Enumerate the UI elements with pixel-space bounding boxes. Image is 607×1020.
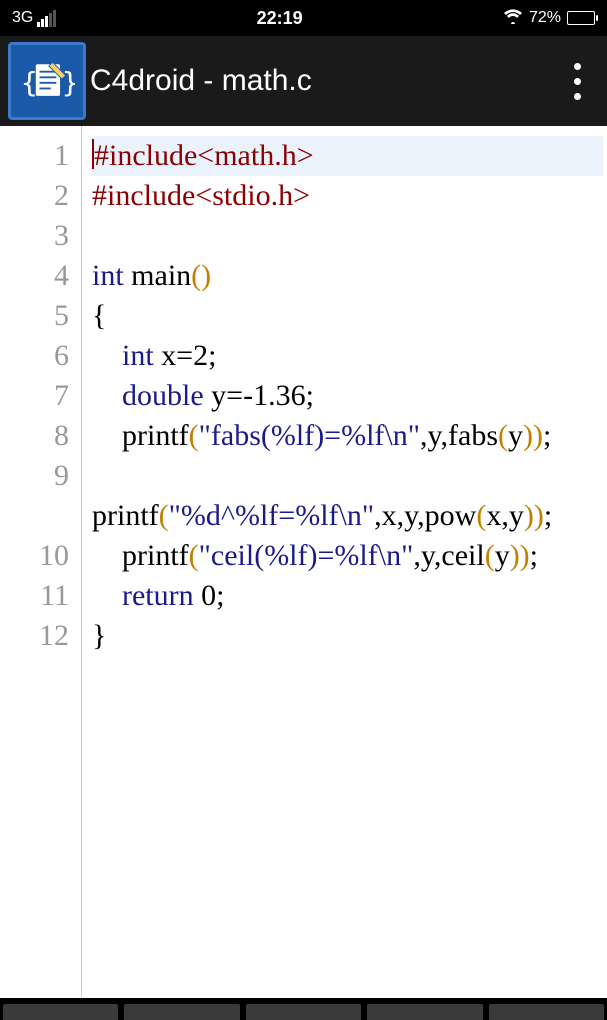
code-token: { bbox=[92, 299, 106, 332]
code-line[interactable]: } bbox=[92, 616, 603, 656]
code-line[interactable]: int main() bbox=[92, 256, 603, 296]
code-token: ; bbox=[543, 419, 551, 452]
code-line[interactable]: return 0; bbox=[92, 576, 603, 616]
code-token: ,x,y,pow bbox=[374, 499, 476, 532]
code-token: ( bbox=[189, 419, 199, 452]
network-label: 3G bbox=[12, 9, 33, 27]
code-token: ; bbox=[306, 379, 314, 412]
signal-icon bbox=[37, 10, 56, 27]
nav-btn-2[interactable] bbox=[124, 1004, 239, 1020]
code-area[interactable]: #include<math.h> #include<stdio.h> int mai… bbox=[82, 126, 607, 998]
nav-btn-1[interactable] bbox=[3, 1004, 118, 1020]
svg-text:}: } bbox=[62, 66, 75, 99]
code-token: ,y,fabs bbox=[420, 419, 498, 452]
nav-btn-4[interactable] bbox=[367, 1004, 482, 1020]
line-number: 3 bbox=[0, 216, 69, 256]
code-token: "ceil(%lf)=%lf\n" bbox=[199, 539, 414, 572]
code-line[interactable]: { bbox=[92, 296, 603, 336]
wifi-icon bbox=[503, 8, 523, 29]
code-token: printf bbox=[92, 419, 189, 452]
more-menu-button[interactable] bbox=[559, 51, 595, 111]
code-token: ; bbox=[530, 539, 538, 572]
code-token bbox=[92, 579, 122, 612]
nav-btn-3[interactable] bbox=[246, 1004, 361, 1020]
code-token: double bbox=[122, 379, 204, 412]
code-token: #include<stdio.h> bbox=[92, 179, 310, 212]
code-line[interactable]: #include<math.h> bbox=[92, 136, 603, 176]
code-token: 0 bbox=[201, 579, 216, 612]
status-time: 22:19 bbox=[56, 8, 503, 29]
line-gutter: 123456789 101112 bbox=[0, 126, 82, 998]
code-token bbox=[92, 379, 122, 412]
code-token: )) bbox=[510, 539, 530, 572]
code-token: int bbox=[122, 339, 154, 372]
code-token: ,y,ceil bbox=[413, 539, 484, 572]
code-token: x= bbox=[154, 339, 193, 372]
code-token: y bbox=[495, 539, 510, 572]
line-number: 1 bbox=[0, 136, 69, 176]
line-number: 5 bbox=[0, 296, 69, 336]
line-number: 12 bbox=[0, 616, 69, 656]
code-token: )) bbox=[524, 499, 544, 532]
code-token: main bbox=[124, 259, 192, 292]
code-token: int bbox=[92, 259, 124, 292]
line-number: 4 bbox=[0, 256, 69, 296]
line-number: 11 bbox=[0, 576, 69, 616]
code-token: ( bbox=[189, 539, 199, 572]
code-token: y bbox=[508, 419, 523, 452]
nav-btn-5[interactable] bbox=[489, 1004, 604, 1020]
code-token: )) bbox=[523, 419, 543, 452]
code-editor[interactable]: 123456789 101112 #include<math.h>#includ… bbox=[0, 126, 607, 998]
code-token: printf bbox=[92, 539, 189, 572]
code-token: return bbox=[122, 579, 194, 612]
code-token: 1.36 bbox=[253, 379, 306, 412]
code-token: printf bbox=[92, 499, 159, 532]
code-token: ; bbox=[208, 339, 216, 372]
bottom-nav[interactable] bbox=[0, 998, 607, 1020]
code-token: 2 bbox=[193, 339, 208, 372]
line-number: 8 bbox=[0, 416, 69, 456]
code-token: ; bbox=[216, 579, 224, 612]
code-token: "%d^%lf=%lf\n" bbox=[169, 499, 374, 532]
code-token: ( bbox=[159, 499, 169, 532]
line-number: 9 bbox=[0, 456, 69, 496]
code-line[interactable]: int x=2; bbox=[92, 336, 603, 376]
app-title: C4droid - math.c bbox=[90, 64, 312, 98]
battery-pct: 72% bbox=[529, 9, 561, 27]
code-token: y=- bbox=[204, 379, 253, 412]
status-bar: 3G 22:19 72% bbox=[0, 0, 607, 36]
code-token: } bbox=[92, 619, 106, 652]
code-line[interactable]: double y=-1.36; bbox=[92, 376, 603, 416]
status-right: 72% bbox=[503, 8, 595, 29]
code-token bbox=[92, 339, 122, 372]
line-number: 10 bbox=[0, 536, 69, 576]
line-number: 2 bbox=[0, 176, 69, 216]
code-line-wrap[interactable]: printf("%d^%lf=%lf\n",x,y,pow(x,y)); bbox=[92, 496, 603, 536]
code-token: ( bbox=[476, 499, 486, 532]
code-token: () bbox=[191, 259, 211, 292]
svg-text:{: { bbox=[21, 66, 38, 99]
app-icon[interactable]: { } bbox=[8, 42, 86, 120]
line-number: 6 bbox=[0, 336, 69, 376]
line-number: 7 bbox=[0, 376, 69, 416]
battery-icon bbox=[567, 11, 595, 25]
code-token: ; bbox=[544, 499, 552, 532]
code-line[interactable]: #include<stdio.h> bbox=[92, 176, 603, 216]
status-network: 3G bbox=[12, 9, 56, 27]
code-token: x,y bbox=[486, 499, 524, 532]
code-line[interactable] bbox=[92, 456, 603, 496]
app-bar: { } C4droid - math.c bbox=[0, 36, 607, 126]
code-line[interactable]: printf("fabs(%lf)=%lf\n",y,fabs(y)); bbox=[92, 416, 603, 456]
code-token: "fabs(%lf)=%lf\n" bbox=[199, 419, 420, 452]
code-token: #include<math.h> bbox=[94, 139, 314, 172]
code-token: ( bbox=[498, 419, 508, 452]
code-line[interactable]: printf("ceil(%lf)=%lf\n",y,ceil(y)); bbox=[92, 536, 603, 576]
code-token: ( bbox=[485, 539, 495, 572]
code-line[interactable] bbox=[92, 216, 603, 256]
